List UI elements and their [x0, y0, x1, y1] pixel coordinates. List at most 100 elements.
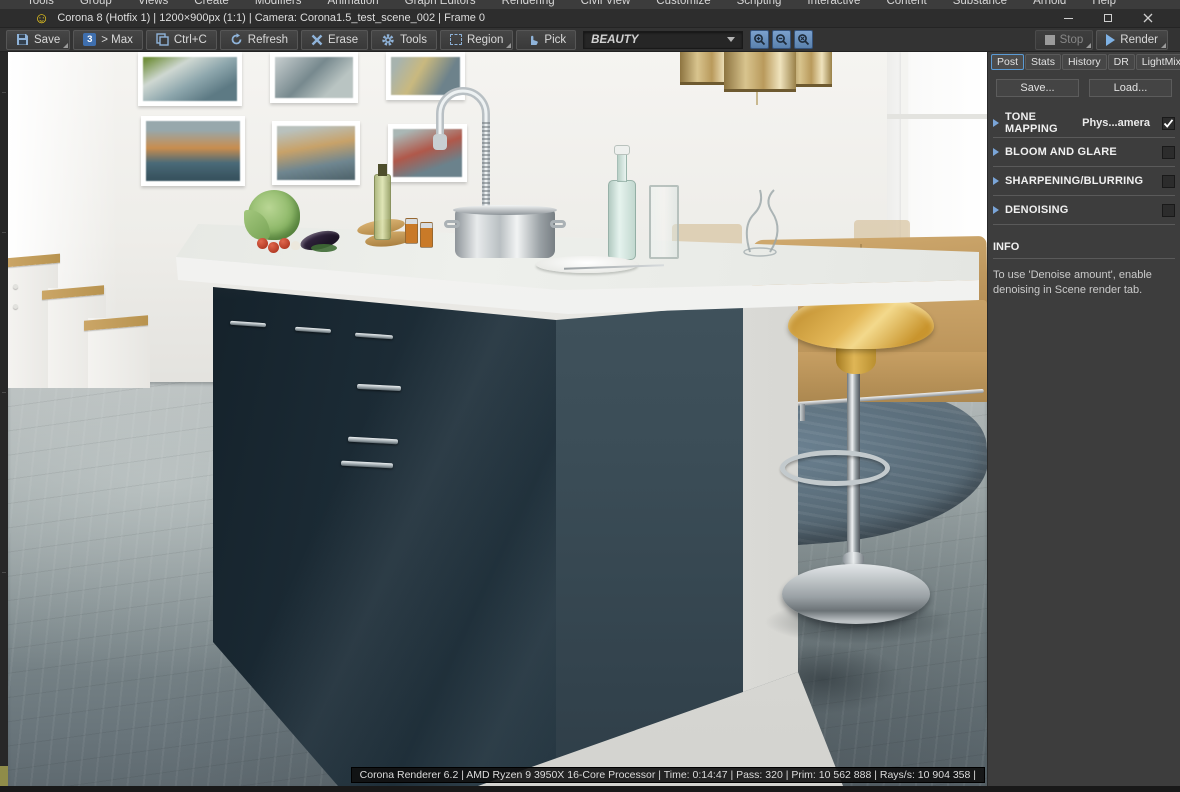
herbs [311, 244, 337, 252]
section-sharpening-blurring[interactable]: SHARPENING/BLURRING [993, 167, 1175, 196]
copy-icon [156, 33, 169, 46]
pot-handle [550, 220, 566, 228]
erase-button[interactable]: Erase [301, 29, 369, 50]
zoom-out-icon [776, 34, 788, 46]
expand-arrow-icon[interactable] [993, 206, 999, 214]
dropdown-corner [1161, 42, 1166, 48]
expand-arrow-icon[interactable] [993, 119, 999, 127]
pick-button[interactable]: Pick [516, 29, 577, 50]
pot-rim [453, 205, 557, 215]
section-denoising[interactable]: DENOISING [993, 196, 1175, 225]
vfb-title: Corona 8 (Hotfix 1) | 1200×900px (1:1) |… [57, 12, 486, 24]
minimize-icon [1063, 17, 1073, 19]
render-viewport[interactable]: Corona Renderer 6.2 | AMD Ryzen 9 3950X … [8, 52, 987, 786]
hand-pick-icon [531, 35, 539, 45]
tab-stats[interactable]: Stats [1025, 54, 1061, 70]
maximize-button[interactable] [1088, 10, 1128, 27]
checkmark-icon [1163, 118, 1174, 128]
section-bloom-glare[interactable]: BLOOM AND GLARE [993, 138, 1175, 167]
menu-substance[interactable]: Substance [940, 0, 1020, 9]
save-button[interactable]: Save [6, 29, 71, 50]
corona-smiley-icon: ☺ [34, 9, 50, 27]
denoising-checkbox[interactable] [1162, 203, 1175, 217]
refresh-icon [231, 33, 242, 45]
copy-label: Ctrl+C [173, 33, 207, 46]
dropdown-corner [1086, 42, 1092, 48]
menu-arnold[interactable]: Arnold [1020, 0, 1079, 9]
menu-modifiers[interactable]: Modifiers [242, 0, 315, 9]
send-to-max-button[interactable]: 3 > Max [73, 29, 143, 50]
region-label: Region [466, 33, 504, 46]
menu-row: Tools Group Views Create Modifiers Anima… [0, 0, 1180, 9]
info-header: INFO [993, 241, 1175, 259]
tomato [257, 238, 268, 249]
close-button[interactable] [1128, 10, 1168, 27]
tab-lightmix[interactable]: LightMix [1135, 54, 1180, 70]
menu-scripting[interactable]: Scripting [724, 0, 795, 9]
save-label: Save [34, 33, 61, 46]
refresh-button[interactable]: Refresh [219, 29, 299, 50]
faucet-and-glassware [433, 87, 779, 257]
tab-dr[interactable]: DR [1107, 54, 1135, 70]
bloom-glare-checkbox[interactable] [1162, 145, 1175, 159]
menu-create[interactable]: Create [181, 0, 242, 9]
menu-civil-view[interactable]: Civil View [568, 0, 644, 9]
render-statusbar: Corona Renderer 6.2 | AMD Ryzen 9 3950X … [350, 767, 985, 783]
menu-graph-editors[interactable]: Graph Editors [392, 0, 489, 9]
minimize-button[interactable] [1048, 10, 1088, 27]
olive-oil-bottle [374, 174, 391, 240]
section-tone-mapping[interactable]: TONE MAPPING Phys...amera [993, 109, 1175, 138]
edge-tick [2, 92, 6, 93]
tone-mapping-checkbox[interactable] [1162, 116, 1175, 130]
vfb-side-panel: Post Stats History DR LightMix Save... L… [987, 52, 1180, 786]
zoom-out-button[interactable] [772, 30, 792, 49]
stop-button[interactable]: Stop [1034, 29, 1094, 50]
viewport-corner-fleck [0, 766, 8, 786]
menu-rendering[interactable]: Rendering [489, 0, 568, 9]
zoom-in-button[interactable] [750, 30, 770, 49]
channel-dropdown[interactable]: BEAUTY [583, 30, 744, 49]
panel-buttons: Save... Load... [988, 73, 1180, 101]
tools-button[interactable]: Tools [371, 29, 437, 50]
post-sections: TONE MAPPING Phys...amera BLOOM AND GLAR… [988, 109, 1180, 225]
left-ui-edge [0, 52, 8, 786]
zoom-in-icon [754, 34, 766, 46]
vfb-toolbar: Save 3 > Max Ctrl+C Refresh Erase Tools … [0, 28, 1180, 52]
tab-history[interactable]: History [1061, 54, 1107, 70]
post-save-button[interactable]: Save... [996, 79, 1079, 97]
dropdown-corner [63, 42, 69, 48]
refresh-label: Refresh [247, 33, 289, 46]
menu-customize[interactable]: Customize [643, 0, 723, 9]
render-status-text: Corona Renderer 6.2 | AMD Ryzen 9 3950X … [359, 769, 976, 781]
copy-button[interactable]: Ctrl+C [145, 29, 217, 50]
spice-jar [405, 218, 418, 244]
menu-group[interactable]: Group [67, 0, 125, 9]
pick-label: Pick [544, 33, 567, 46]
vfb-titlebar: ☺ Corona 8 (Hotfix 1) | 1200×900px (1:1)… [0, 9, 1180, 28]
max-label: > Max [101, 33, 133, 46]
oil-bottle-cap [378, 164, 387, 176]
drinking-glass [649, 185, 679, 259]
menu-help[interactable]: Help [1079, 0, 1129, 9]
render-play-icon [1106, 33, 1116, 46]
chevron-down-icon [727, 37, 736, 42]
expand-arrow-icon[interactable] [993, 148, 999, 156]
info-text: To use 'Denoise amount', enable denoisin… [993, 269, 1152, 296]
section-label: SHARPENING/BLURRING [1005, 175, 1144, 187]
region-button[interactable]: Region [439, 29, 514, 50]
zoom-reset-button[interactable] [794, 30, 814, 49]
section-label: TONE MAPPING [1005, 111, 1058, 135]
dropdown-corner [506, 42, 512, 48]
expand-arrow-icon[interactable] [993, 177, 999, 185]
sharpening-checkbox[interactable] [1162, 174, 1175, 188]
tomato [268, 242, 279, 253]
menu-tools[interactable]: Tools [14, 0, 67, 9]
menu-animation[interactable]: Animation [314, 0, 391, 9]
menu-views[interactable]: Views [125, 0, 181, 9]
render-button[interactable]: Render [1096, 29, 1168, 50]
post-load-button[interactable]: Load... [1089, 79, 1172, 97]
menu-interactive[interactable]: Interactive [794, 0, 873, 9]
menu-content[interactable]: Content [873, 0, 939, 9]
tab-post[interactable]: Post [991, 54, 1025, 70]
section-label: BLOOM AND GLARE [1005, 146, 1117, 158]
